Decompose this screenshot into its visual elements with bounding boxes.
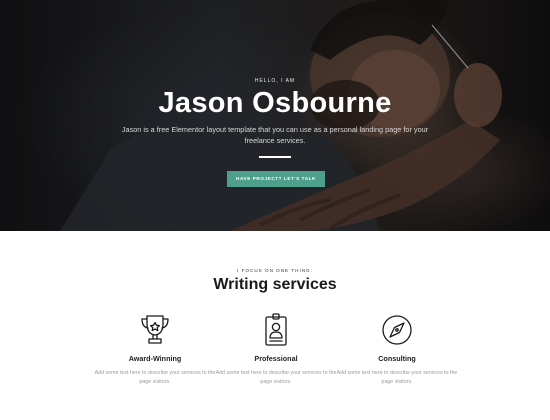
cta-button[interactable]: HAVE PROJECT? LET'S TALK	[227, 171, 325, 187]
feature-title: Professional	[254, 354, 298, 363]
feature-description: Add some text here to describe your serv…	[215, 370, 337, 385]
feature-description: Add some text here to describe your serv…	[336, 370, 458, 385]
trophy-icon	[141, 315, 169, 344]
feature-description: Add some text here to describe your serv…	[94, 370, 216, 385]
feature-title: Award-Winning	[128, 354, 182, 363]
hero-description: Jason is a free Elementor layout templat…	[121, 125, 429, 145]
hero-title: Jason Osbourne	[158, 87, 392, 119]
section-eyebrow: I FOCUS ON ONE THING:	[237, 268, 313, 273]
section-title: Writing services	[213, 276, 337, 293]
feature-title: Consulting	[378, 354, 416, 363]
compass-icon	[382, 315, 412, 345]
feature-consulting: Consulting Add some text here to describ…	[332, 310, 462, 386]
hero-eyebrow: HELLO, I AM	[254, 78, 296, 84]
hero-section: HELLO, I AM Jason Osbourne Jason is a fr…	[0, 0, 550, 231]
feature-professional: Professional Add some text here to descr…	[211, 310, 341, 386]
hero-divider	[259, 156, 291, 158]
feature-award-winning: Award-Winning Add some text here to desc…	[90, 310, 220, 386]
id-badge-icon	[265, 313, 287, 346]
hero-content: HELLO, I AM Jason Osbourne Jason is a fr…	[0, 0, 550, 231]
